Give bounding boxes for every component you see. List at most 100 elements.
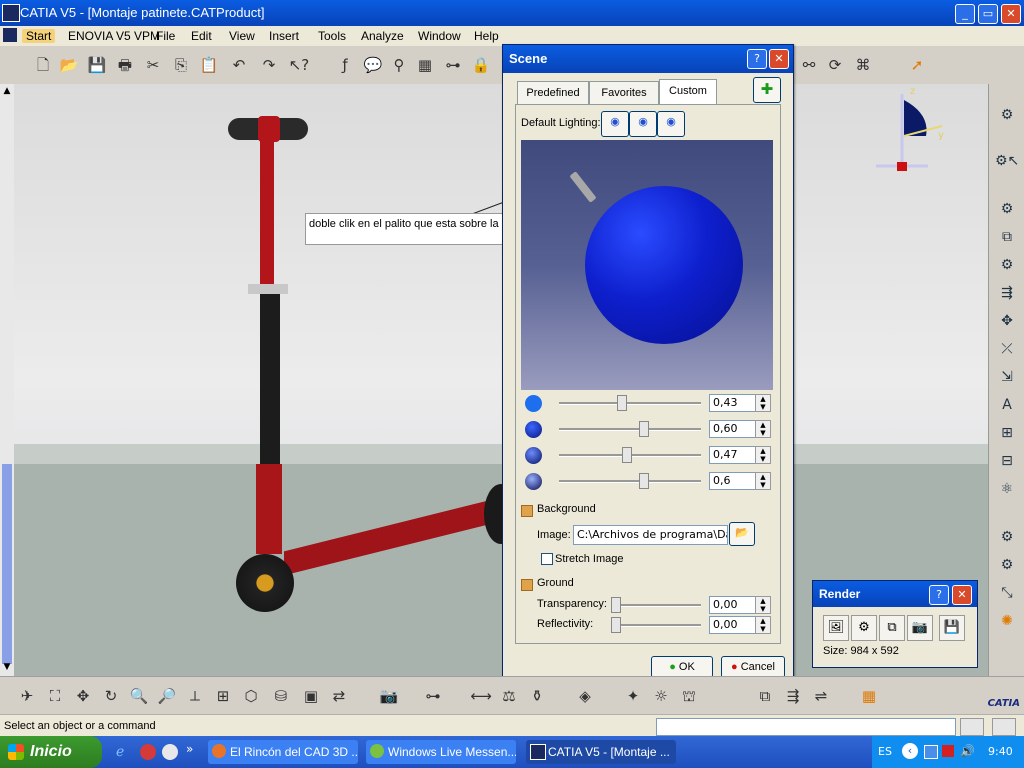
pan-icon[interactable]: ✥ [72,685,94,707]
quick-launch-ie-icon[interactable]: ℯ [116,744,132,760]
reflectivity-value-field[interactable]: 0,00 [709,616,758,634]
menu-enovia[interactable]: ENOVIA V5 VPM [68,29,160,43]
normal-view-icon[interactable]: ⟂ [184,685,206,707]
product-structure-icon[interactable]: ⊶ [422,685,444,707]
slider-ambient-track[interactable] [559,402,701,405]
network-icon[interactable]: ⌘ [852,54,874,76]
cancel-button[interactable]: ● Cancel [721,656,785,678]
slider-diffuse-thumb[interactable] [639,421,650,437]
light-icon[interactable]: ✺ [995,610,1019,632]
light-handle[interactable] [569,171,597,203]
command-input[interactable] [656,718,956,736]
light-sources-icon[interactable]: ☼ [650,685,672,707]
tab-custom[interactable]: Custom [659,79,717,106]
render-image-icon[interactable]: 🖼 [823,615,849,641]
fit-all-icon[interactable]: ⛶ [44,685,66,707]
status-button-2[interactable] [992,718,1016,736]
render-help-button[interactable]: ? [929,585,949,605]
select-tool-icon[interactable]: ⚙↖ [995,150,1019,172]
diffuse-spinner-icon[interactable]: ▲ ▼ [755,420,771,438]
paste-icon[interactable]: 📋 [198,54,220,76]
sectioning-icon[interactable]: ⇌ [810,685,832,707]
new-icon[interactable]: 🗋 [32,54,54,76]
snap-icon[interactable]: ⤫ [995,338,1019,360]
stretch-image-checkbox[interactable] [541,553,553,565]
specular-spinner-icon[interactable]: ▲ ▼ [755,446,771,464]
transparency-slider-thumb[interactable] [611,597,621,613]
menu-start[interactable]: Start [22,29,56,43]
menu-analyze[interactable]: Analyze [361,29,404,43]
ground-section-icon[interactable] [521,579,533,591]
lock-icon[interactable]: 🔒 [470,54,492,76]
shading-icon[interactable]: ⛁ [270,685,292,707]
close-button[interactable]: ✕ [1001,4,1021,24]
replace-component-icon[interactable]: ⚙ [995,254,1019,276]
transparency-slider-track[interactable] [611,604,701,607]
constraint-icon[interactable]: A [995,394,1019,416]
tab-favorites[interactable]: Favorites [589,81,659,104]
photo-icon[interactable]: 📷 [378,685,400,707]
environment-icon[interactable]: ⛫ [678,685,700,707]
multi-view-icon[interactable]: ⊞ [212,685,234,707]
transparency-value-field[interactable]: 0,00 [709,596,758,614]
menu-insert[interactable]: Insert [269,29,299,43]
catia-app-icon[interactable] [2,4,20,22]
scene-title-bar[interactable]: Scene ? ✕ [503,45,793,73]
tab-predefined[interactable]: Predefined [517,81,589,104]
start-button[interactable]: Inicio [0,736,102,768]
render-region-icon[interactable]: ⧉ [879,615,905,641]
offset-icon[interactable]: ⚛ [995,478,1019,500]
quick-launch-more-icon[interactable]: » [186,742,193,756]
language-indicator[interactable]: ES [878,745,892,758]
lighting-two-lights-icon[interactable]: ◉ [629,111,657,137]
measure-item-icon[interactable]: ⚖ [498,685,520,707]
compare-icon[interactable]: ⇶ [782,685,804,707]
scene-close-button[interactable]: ✕ [769,49,789,69]
measure-between-icon[interactable]: ⟷ [470,685,492,707]
copy-icon[interactable]: ⎘ [170,54,192,76]
image-path-field[interactable]: C:\Archivos de programa\Dass [573,525,728,545]
manipulate-icon[interactable]: ✥ [995,310,1019,332]
tree-icon[interactable]: ⊶ [442,54,464,76]
lighting-one-light-icon[interactable]: ◉ [601,111,629,137]
explode-icon[interactable]: ⇲ [995,366,1019,388]
document-icon[interactable] [3,28,17,42]
ok-button[interactable]: ● OK [651,656,713,678]
ambient-value-field[interactable]: 0,43 [709,394,758,412]
shininess-spinner-icon[interactable]: ▲ ▼ [755,472,771,490]
graph-tree-icon[interactable]: ⇶ [995,282,1019,304]
gear-icon[interactable]: ⚙ [995,104,1019,126]
redo-icon[interactable]: ↷ [258,54,280,76]
antivirus-tray-icon[interactable] [942,745,954,757]
table-icon[interactable]: ▦ [414,54,436,76]
quick-launch-media-icon[interactable] [162,744,178,760]
scroll-up-arrow-icon[interactable]: ▲ [1,86,13,96]
quick-launch-opera-icon[interactable] [140,744,156,760]
render-camera-icon[interactable]: 📷 [907,615,933,641]
contact-icon[interactable]: ⊟ [995,450,1019,472]
task-messenger[interactable]: Windows Live Messen... [366,740,516,764]
menu-tools[interactable]: Tools [318,29,346,43]
hide-show-icon[interactable]: ▣ [300,685,322,707]
select-arrow-icon[interactable]: ➚ [906,54,928,76]
slider-diffuse-track[interactable] [559,428,701,431]
undo-icon[interactable]: ↶ [228,54,250,76]
save-icon[interactable]: 💾 [86,54,108,76]
formula-icon[interactable]: ƒ [334,54,356,76]
apply-material-icon[interactable]: ◈ [574,685,596,707]
update-icon[interactable]: ⟳ [824,54,846,76]
render-title-bar[interactable]: Render ? ✕ [813,581,977,607]
swap-space-icon[interactable]: ⇄ [328,685,350,707]
shininess-value-field[interactable]: 0,6 [709,472,758,490]
transparency-spinner-icon[interactable]: ▲ ▼ [755,596,771,614]
scroll-thumb[interactable] [2,464,12,664]
volume-tray-icon[interactable]: 🔊 [960,744,975,758]
fix-icon[interactable]: ⊞ [995,422,1019,444]
vertical-scrollbar[interactable]: ▲ ▼ [0,84,15,676]
measure-inertia-icon[interactable]: ⚱ [526,685,548,707]
add-favorite-button[interactable]: ✚ [753,77,781,103]
minimize-button[interactable]: _ [955,4,975,24]
existing-component-icon[interactable]: ⧉ [995,226,1019,248]
menu-edit[interactable]: Edit [191,29,212,43]
whats-this-icon[interactable]: ↖? [288,54,310,76]
